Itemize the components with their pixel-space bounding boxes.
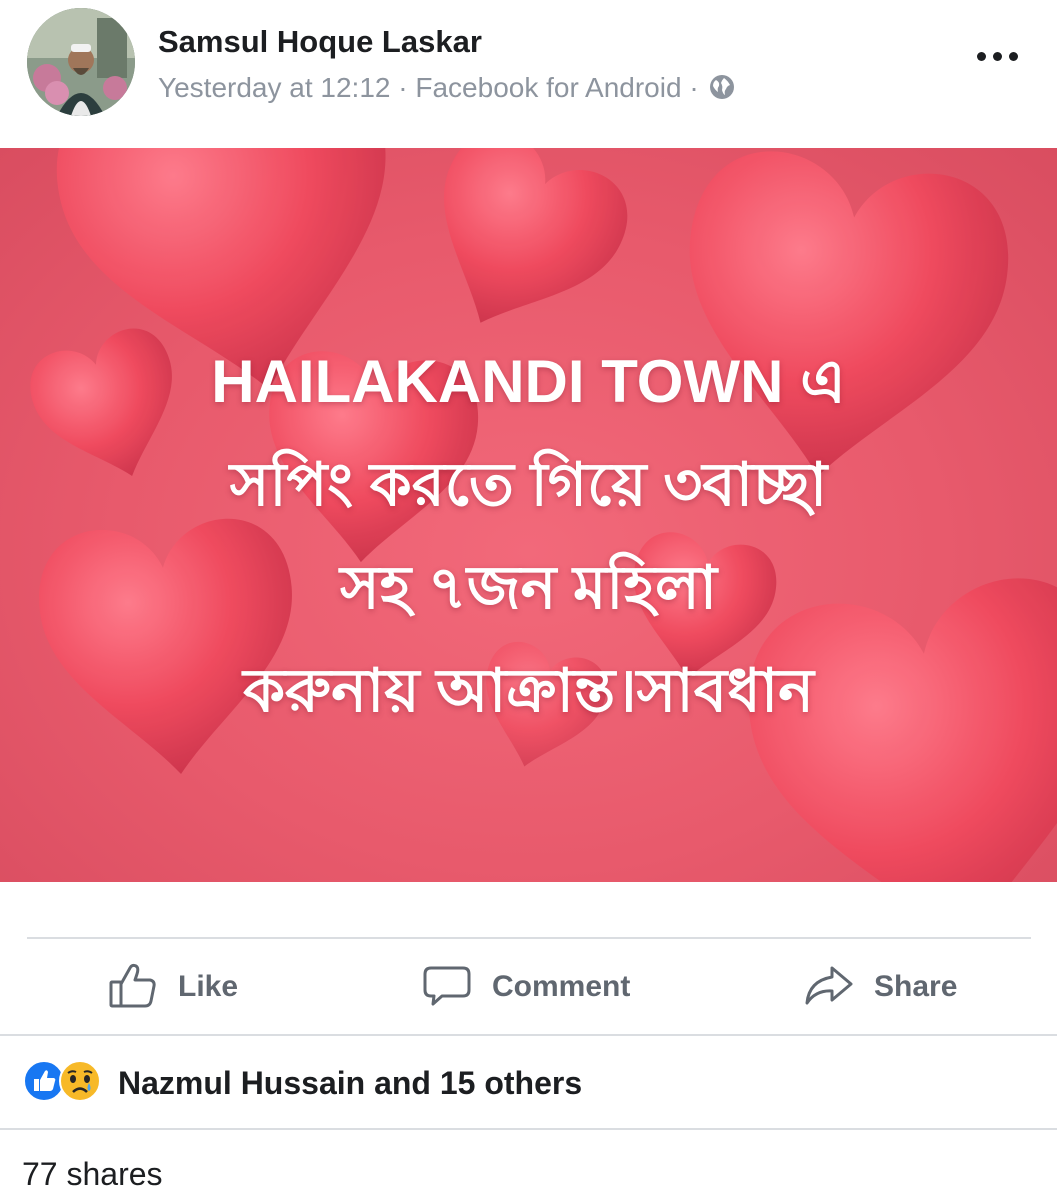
- action-bar: Like Comment Share: [0, 940, 1057, 1034]
- meta-separator: ·: [689, 72, 699, 103]
- post-source: Facebook for Android: [415, 72, 682, 103]
- post-header: Samsul Hoque Laskar Yesterday at 12:12 ·…: [0, 0, 1057, 148]
- post-image-text: HAILAKANDI TOWN এ সপিং করতে গিয়ে ৩বাচ্ছ…: [0, 330, 1057, 742]
- sad-reaction-icon: [58, 1059, 102, 1108]
- divider: [0, 1034, 1057, 1036]
- shares-count[interactable]: 77 shares: [22, 1156, 163, 1193]
- share-button[interactable]: Share: [804, 962, 957, 1012]
- post-time[interactable]: Yesterday at 12:12: [158, 72, 390, 103]
- reactions-summary[interactable]: Nazmul Hussain and 15 others: [22, 1058, 582, 1108]
- divider: [27, 937, 1031, 939]
- share-label: Share: [874, 970, 958, 1003]
- comment-icon: [422, 960, 472, 1015]
- meta-separator: ·: [398, 72, 408, 103]
- image-text-line: সহ ৭জন মহিলা: [339, 554, 718, 621]
- divider: [0, 1128, 1057, 1130]
- comment-label: Comment: [492, 970, 631, 1003]
- post-meta: Yesterday at 12:12 · Facebook for Androi…: [158, 72, 736, 108]
- post-image[interactable]: HAILAKANDI TOWN এ সপিং করতে গিয়ে ৩বাচ্ছ…: [0, 148, 1057, 882]
- image-text-line: সপিং করতে গিয়ে ৩বাচ্ছা: [229, 451, 828, 518]
- image-text-line: করুনায় আক্রান্ত।সাবধান: [243, 657, 814, 724]
- thumbs-up-icon: [108, 960, 158, 1015]
- reaction-names[interactable]: Nazmul Hussain and 15 others: [118, 1065, 582, 1102]
- like-button[interactable]: Like: [108, 962, 238, 1012]
- share-icon: [804, 960, 854, 1015]
- comment-button[interactable]: Comment: [422, 962, 630, 1012]
- more-options-button[interactable]: [977, 40, 1021, 70]
- author-name[interactable]: Samsul Hoque Laskar: [158, 24, 482, 60]
- avatar[interactable]: [27, 8, 135, 116]
- image-text-line: HAILAKANDI TOWN এ: [211, 348, 846, 415]
- like-label: Like: [178, 970, 239, 1003]
- globe-icon: [708, 73, 736, 108]
